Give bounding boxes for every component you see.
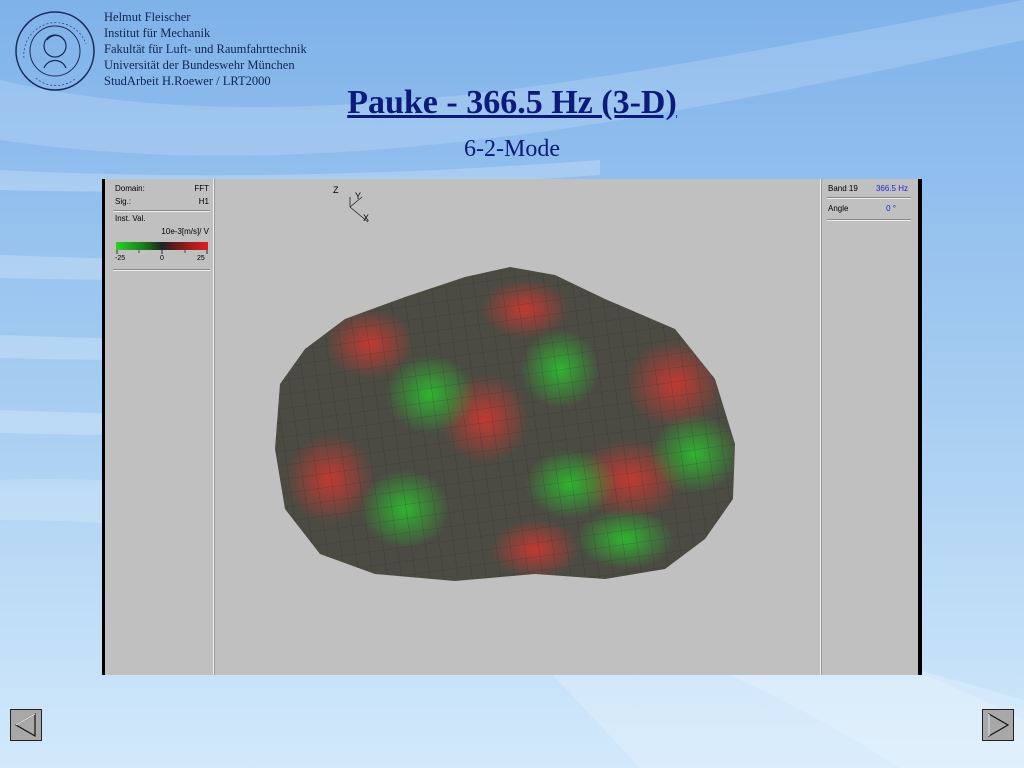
membrane-mode-shape-plot xyxy=(275,267,735,581)
band-row: Band 19 366.5 Hz xyxy=(828,184,908,196)
previous-slide-button[interactable] xyxy=(10,709,42,741)
inst-val-row: Inst. Val. xyxy=(115,214,209,226)
domain-label: Domain: xyxy=(115,184,145,193)
university-seal-logo xyxy=(15,11,95,91)
next-slide-button[interactable] xyxy=(982,709,1014,741)
scale-mid-label: 0 xyxy=(160,255,164,262)
triangle-left-icon xyxy=(14,712,36,738)
domain-row: Domain: FFT xyxy=(115,184,209,196)
band-value: 366.5 Hz xyxy=(875,184,908,193)
scale-max-label: 25 xyxy=(197,255,205,262)
sig-row: Sig.: H1 xyxy=(115,197,209,209)
sig-label: Sig.: xyxy=(115,197,132,206)
right-info-panel: Band 19 366.5 Hz Angle 0 ° xyxy=(821,179,914,675)
inst-val-label: Inst. Val. xyxy=(115,214,146,223)
separator xyxy=(827,219,911,221)
angle-row: Angle 0 ° xyxy=(828,204,908,216)
color-scale-bar xyxy=(116,242,208,250)
left-info-panel: Domain: FFT Sig.: H1 Inst. Val. 10e-3[m/… xyxy=(108,179,214,675)
unit-label: 10e-3[m/s]/ V xyxy=(161,227,209,236)
sig-value: H1 xyxy=(198,197,209,206)
author-block: Helmut Fleischer Institut für Mechanik F… xyxy=(104,9,307,89)
author-line: Universität der Bundeswehr München xyxy=(104,58,295,72)
author-line: Institut für Mechanik xyxy=(104,26,211,40)
scale-min-label: -25 xyxy=(115,255,126,262)
angle-label: Angle xyxy=(828,204,849,213)
domain-value: FFT xyxy=(194,184,209,193)
author-line: Fakultät für Luft- und Raumfahrttechnik xyxy=(104,42,307,56)
unit-row: 10e-3[m/s]/ V xyxy=(115,227,209,239)
slide-subtitle: 6-2-Mode xyxy=(464,136,560,162)
author-line: Helmut Fleischer xyxy=(104,10,191,24)
slide-title[interactable]: Pauke - 366.5 Hz (3-D) xyxy=(0,84,1024,122)
modal-viewer-window: Domain: FFT Sig.: H1 Inst. Val. 10e-3[m/… xyxy=(102,179,922,675)
separator xyxy=(113,269,210,271)
color-scale-ticks xyxy=(116,250,208,254)
color-scale-labels: -25 0 25 xyxy=(115,255,208,265)
separator xyxy=(827,197,911,199)
triangle-right-icon xyxy=(988,712,1010,738)
angle-value: 0 ° xyxy=(886,204,896,213)
plot-area[interactable]: Z Y X xyxy=(215,179,823,675)
separator xyxy=(113,210,210,212)
band-label: Band 19 xyxy=(828,184,858,193)
